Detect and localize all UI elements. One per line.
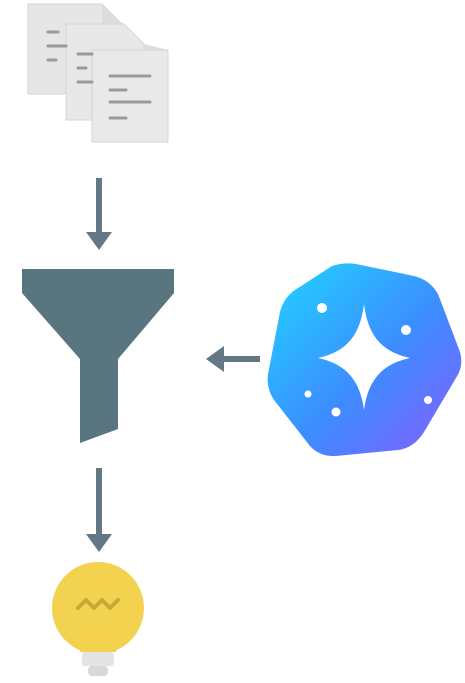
document-page-front — [91, 49, 169, 143]
arrow-down-icon — [84, 466, 114, 556]
arrow-down-icon — [84, 176, 114, 254]
arrow-left-icon — [202, 344, 264, 374]
flow-diagram — [0, 0, 465, 683]
sparkle-badge-icon — [264, 260, 465, 460]
lightbulb-icon — [40, 560, 156, 683]
funnel-icon — [18, 265, 178, 447]
documents-icon — [26, 2, 172, 144]
